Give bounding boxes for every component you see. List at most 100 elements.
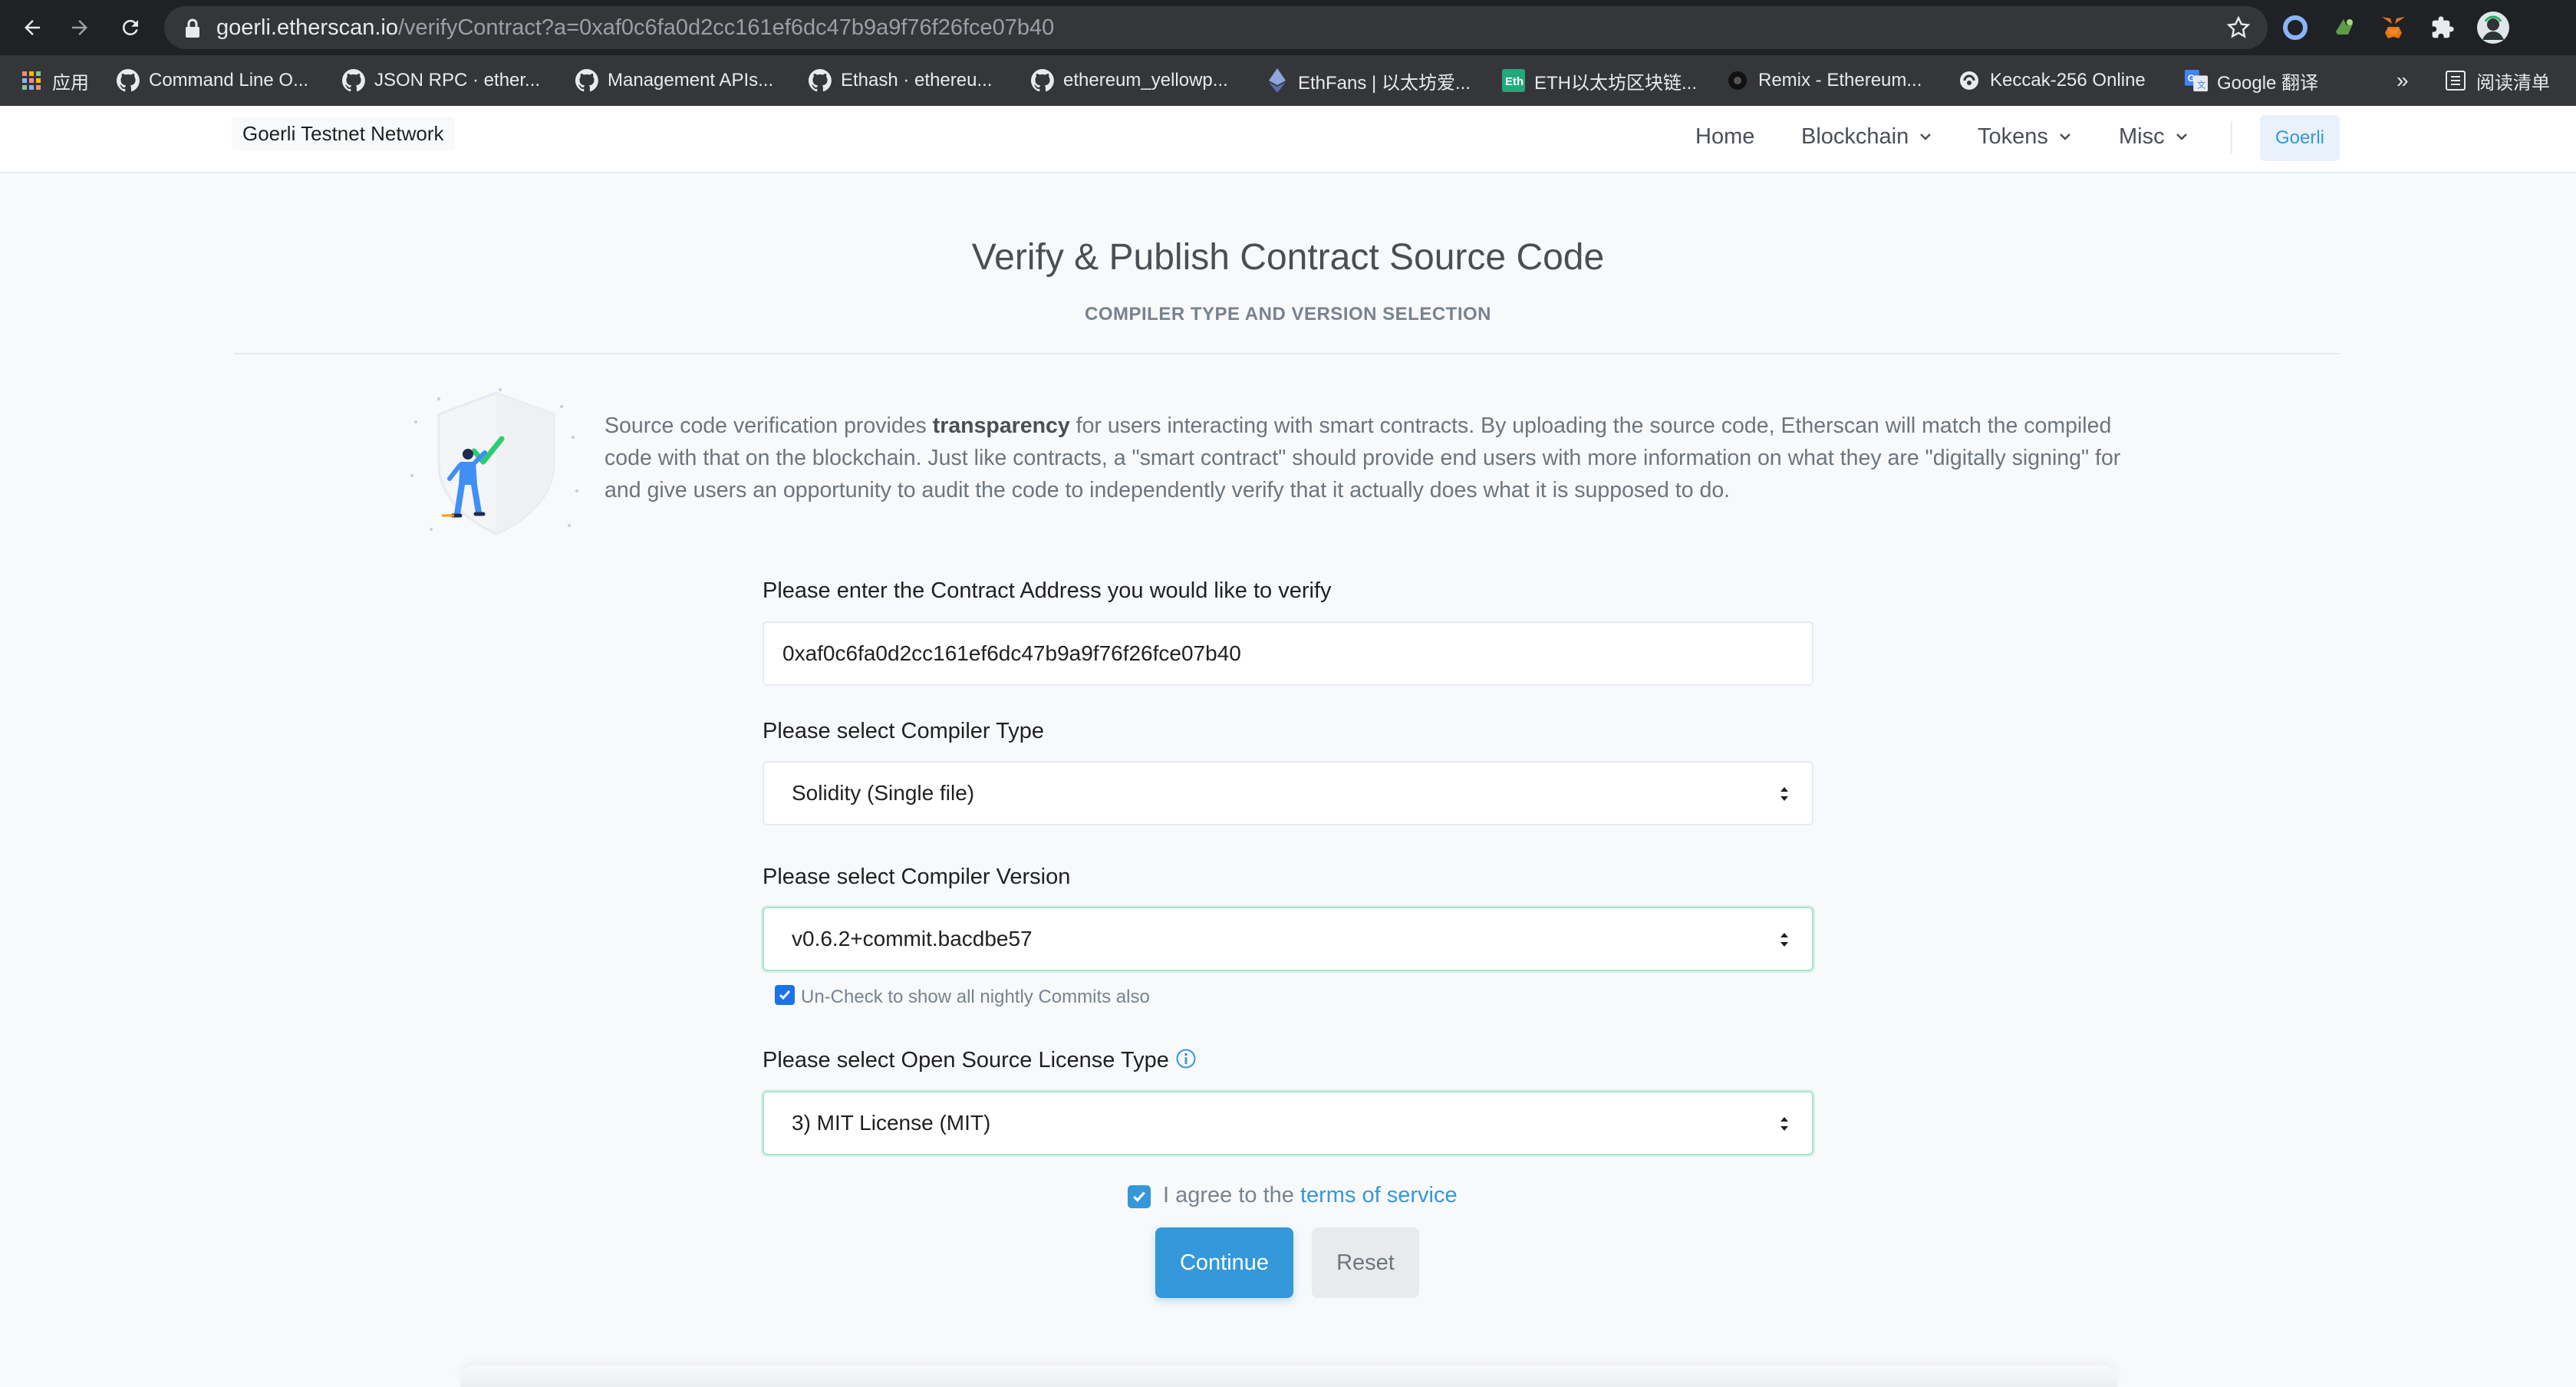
bookmark-item[interactable]: Keccak-256 Online xyxy=(1958,55,2146,106)
bookmark-label: ethereum_yellowp... xyxy=(1063,70,1228,91)
select-arrows-icon xyxy=(1780,1117,1788,1131)
bookmark-item[interactable]: ethereum_yellowp... xyxy=(1031,55,1228,106)
license-type-value: 3) MIT License (MIT) xyxy=(792,1111,991,1135)
bookmark-label: Management APIs... xyxy=(608,70,774,91)
compiler-type-select[interactable]: Solidity (Single file) xyxy=(763,761,1813,825)
bookmark-label: JSON RPC · ether... xyxy=(374,70,541,91)
bookmark-label: Keccak-256 Online xyxy=(1990,70,2146,91)
ethereum-icon xyxy=(1266,68,1289,93)
arrow-right-icon xyxy=(72,20,87,35)
bookmark-label: EthFans | 以太坊爱... xyxy=(1298,72,1471,94)
google-translate-icon: G文 xyxy=(2185,69,2208,92)
extensions-puzzle-icon[interactable] xyxy=(2427,12,2458,43)
reload-button[interactable] xyxy=(112,9,149,46)
bookmark-item[interactable]: JSON RPC · ether... xyxy=(342,55,540,106)
forward-button[interactable] xyxy=(61,9,98,46)
bookmark-item[interactable]: Remix - Ethereum... xyxy=(1726,55,1922,106)
nav-home[interactable]: Home xyxy=(1695,106,1754,167)
bookmark-item[interactable]: Eth ETH以太坊区块链... xyxy=(1502,55,1697,106)
nav-misc-label: Misc xyxy=(2119,124,2165,149)
chevron-down-icon xyxy=(2176,133,2187,140)
checkmark-icon xyxy=(779,990,791,1000)
keccak-icon xyxy=(1958,69,1981,92)
svg-text:文: 文 xyxy=(2197,79,2205,90)
network-badge: Goerli Testnet Network xyxy=(232,117,455,150)
nightly-commits-checkbox[interactable] xyxy=(775,985,795,1005)
reading-list-icon xyxy=(2444,69,2467,92)
remix-icon xyxy=(1726,69,1749,92)
back-button[interactable] xyxy=(14,9,51,46)
license-type-select[interactable]: 3) MIT License (MIT) xyxy=(763,1091,1813,1155)
intro-text: Source code verification provides transp… xyxy=(604,410,2154,506)
reading-list-label: 阅读清单 xyxy=(2476,72,2550,94)
extension-circle-icon[interactable] xyxy=(2280,12,2311,43)
reload-icon xyxy=(122,19,138,35)
address-bar[interactable]: goerli.etherscan.io/verifyContract?a=0xa… xyxy=(164,6,2268,49)
bookmark-label: Command Line O... xyxy=(149,70,309,91)
bookmark-item[interactable]: G文 Google 翻译 xyxy=(2185,55,2318,106)
nav-blockchain-label: Blockchain xyxy=(1801,124,1909,149)
overflow-label: » xyxy=(2396,68,2409,92)
bookmark-label: Ethash · ethereu... xyxy=(841,70,993,91)
continue-button[interactable]: Continue xyxy=(1155,1227,1293,1298)
compiler-version-value: v0.6.2+commit.bacdbe57 xyxy=(792,927,1033,950)
divider xyxy=(235,353,2340,354)
profile-avatar[interactable] xyxy=(2476,11,2510,44)
bookmark-apps[interactable]: 应用 xyxy=(20,55,89,106)
url-text: goerli.etherscan.io/verifyContract?a=0xa… xyxy=(216,6,1054,49)
bookmark-star-icon[interactable] xyxy=(2226,15,2251,40)
footer-card-edge xyxy=(460,1366,2117,1387)
reading-list-button[interactable]: 阅读清单 xyxy=(2444,55,2550,106)
contract-address-label: Please enter the Contract Address you wo… xyxy=(763,578,1332,603)
license-type-label: Please select Open Source License Type xyxy=(763,1048,1197,1073)
compiler-version-select[interactable]: v0.6.2+commit.bacdbe57 xyxy=(763,907,1813,971)
metamask-fox-icon[interactable] xyxy=(2378,12,2409,43)
nightly-commits-label: Un-Check to show all nightly Commits als… xyxy=(801,987,1150,1007)
svg-text:Eth: Eth xyxy=(1505,75,1524,88)
nav-misc[interactable]: Misc xyxy=(2119,106,2188,167)
info-icon[interactable] xyxy=(1175,1048,1197,1069)
contract-address-input[interactable]: 0xaf0c6fa0d2cc161ef6dc47b9a9f76f26fce07b… xyxy=(763,621,1813,686)
agree-terms-checkbox[interactable] xyxy=(1128,1185,1151,1208)
checkmark-icon xyxy=(1133,1191,1145,1202)
bookmark-item[interactable]: Command Line O... xyxy=(117,55,308,106)
terms-of-service-link[interactable]: terms of service xyxy=(1300,1183,1458,1207)
agree-terms-text: I agree to the xyxy=(1163,1183,1300,1207)
bookmark-item[interactable]: EthFans | 以太坊爱... xyxy=(1266,55,1471,106)
bookmark-label: Remix - Ethereum... xyxy=(1758,70,1922,91)
bookmark-item[interactable]: Management APIs... xyxy=(575,55,773,106)
nav-home-label: Home xyxy=(1695,124,1755,149)
compiler-version-label: Please select Compiler Version xyxy=(763,865,1071,889)
nav-tokens[interactable]: Tokens xyxy=(1978,106,2071,167)
nav-blockchain[interactable]: Blockchain xyxy=(1801,106,1932,167)
bookmark-label: 应用 xyxy=(52,72,89,94)
bookmark-label: ETH以太坊区块链... xyxy=(1534,72,1698,94)
license-type-label-text: Please select Open Source License Type xyxy=(763,1048,1169,1072)
github-icon xyxy=(117,69,140,92)
extension-puzzle-green-icon[interactable] xyxy=(2329,12,2360,43)
github-icon xyxy=(342,69,365,92)
url-path: /verifyContract?a=0xaf0c6fa0d2cc161ef6dc… xyxy=(397,15,1055,40)
bookmarks-bar: 应用 Command Line O... JSON RPC · ether...… xyxy=(0,55,2576,106)
compiler-type-value: Solidity (Single file) xyxy=(792,781,975,805)
page-subtitle: COMPILER TYPE AND VERSION SELECTION xyxy=(1085,304,1491,325)
chevron-down-icon xyxy=(1920,133,1932,140)
bookmark-item[interactable]: Ethash · ethereu... xyxy=(809,55,992,106)
url-host: goerli.etherscan.io xyxy=(216,15,398,40)
bookmarks-overflow-button[interactable]: » xyxy=(2396,55,2409,106)
lock-icon xyxy=(186,18,199,38)
chevron-down-icon xyxy=(2060,133,2070,140)
github-icon xyxy=(809,69,832,92)
bookmark-label: Google 翻译 xyxy=(2217,72,2319,94)
site-header: Goerli Testnet Network Home Blockchain T… xyxy=(0,106,2576,173)
network-switch-button[interactable]: Goerli xyxy=(2260,115,2340,161)
select-arrows-icon xyxy=(1780,933,1788,947)
reset-button[interactable]: Reset xyxy=(1312,1227,1419,1298)
menu-divider xyxy=(2231,121,2232,153)
nav-tokens-label: Tokens xyxy=(1978,124,2048,149)
github-icon xyxy=(1031,69,1054,92)
verification-illustration xyxy=(410,388,578,535)
intro-text-part: Source code verification provides xyxy=(604,413,933,438)
agree-terms-label: I agree to the terms of service xyxy=(1163,1183,1458,1208)
arrow-left-icon xyxy=(25,20,40,35)
